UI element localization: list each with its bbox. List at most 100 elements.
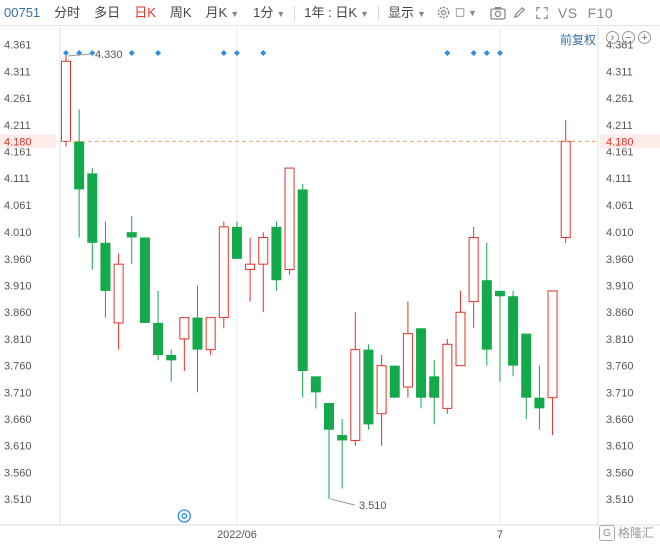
event-marker-icon <box>155 50 162 56</box>
candle-body-down <box>324 403 334 430</box>
tab-minute[interactable]: 1分 ▼ <box>246 0 292 26</box>
candle-body-up <box>547 290 558 399</box>
tab-intraday[interactable]: 分时 <box>47 0 87 26</box>
y-tick-label-right: 3.660 <box>606 414 634 426</box>
candle-body-down <box>271 226 282 281</box>
kline-chart-svg: 4.361 4.3614.311 4.3114.261 4.2614.211 4.211… <box>0 27 660 541</box>
candle-body-up <box>560 140 571 238</box>
event-marker-icon <box>220 50 227 56</box>
y-tick-label-right: 3.960 <box>606 254 634 266</box>
y-tick-label-right: 3.810 <box>606 334 634 346</box>
stock-code[interactable]: 00751 <box>0 0 47 26</box>
y-tick-label-left: 4.211 <box>4 120 31 132</box>
min-price-label: 3.510 <box>359 500 387 512</box>
y-tick-label-right: 3.910 <box>606 281 634 293</box>
y-tick-label-right: 3.560 <box>606 467 634 479</box>
candle-body-down <box>74 141 85 190</box>
toolbar-divider <box>377 5 379 20</box>
event-marker-icon <box>260 50 267 56</box>
candle-body-down <box>521 333 532 398</box>
tab-daily-k[interactable]: 日K <box>127 0 163 26</box>
candle-body-down <box>166 354 177 361</box>
candle-body-down <box>416 328 427 398</box>
pencil-icon <box>514 6 526 19</box>
toolbar: 00751 分时 多日 日K 周K 月K ▼ 1分 ▼ 1年 : 日K ▼ 显示 ▼ ▼ <box>0 0 660 26</box>
y-tick-label-right: 4.311 <box>606 66 633 78</box>
y-tick-label-right: 4.261 <box>606 93 634 105</box>
tab-minute-label: 1分 <box>253 4 274 20</box>
chevron-down-icon: ▼ <box>360 8 369 19</box>
candle-body-up <box>284 167 295 271</box>
toolbar-divider <box>294 5 296 20</box>
camera-icon <box>490 6 506 20</box>
checkbox-button[interactable]: ▼ <box>455 0 477 26</box>
tab-monthly-k-label: 月K <box>205 4 228 20</box>
y-tick-label-right: 3.610 <box>606 441 634 453</box>
candle-body-up <box>245 263 256 271</box>
candle-body-up <box>205 317 216 351</box>
chevron-down-icon: ▼ <box>276 8 286 19</box>
y-tick-label-right: 3.710 <box>606 387 634 399</box>
candle-body-up <box>61 60 71 142</box>
candle-body-up <box>468 236 479 303</box>
candle-body-down <box>310 376 321 393</box>
y-tick-label-right: 3.510 <box>606 494 634 506</box>
candle-body-up <box>350 349 361 441</box>
expand-icon <box>536 6 548 19</box>
y-tick-label-left: 3.810 <box>4 334 32 346</box>
vs-button[interactable]: VS <box>553 5 583 21</box>
candle-body-down <box>297 189 308 371</box>
candle-body-down <box>494 290 505 297</box>
locate-icon <box>177 509 192 523</box>
y-tick-label-right: 3.760 <box>606 361 634 373</box>
adjust-mode-button[interactable]: 前复权 <box>560 31 596 48</box>
candle-body-down <box>139 237 150 323</box>
y-tick-label-left: 4.061 <box>4 200 32 212</box>
gear-icon <box>437 6 450 19</box>
kline-chart[interactable]: 4.361 4.361 4.311 4.311 4.261 4.261 4.211 4.211… <box>0 27 660 547</box>
event-marker-icon <box>233 50 240 56</box>
y-tick-label-right: 4.061 <box>606 200 634 212</box>
candle-body-down <box>192 317 203 350</box>
candle-body-up <box>218 226 229 319</box>
range-select[interactable]: 1年 : 日K ▼ <box>297 0 376 26</box>
candle-body-up <box>442 343 453 409</box>
candle-body-up <box>179 317 190 340</box>
checkbox-icon <box>455 8 465 17</box>
max-price-label: 4.330 <box>95 49 123 61</box>
y-tick-label-left: 3.960 <box>4 254 32 266</box>
range-select-label: 1年 : 日K <box>304 4 358 20</box>
y-tick-label-left: 3.610 <box>4 441 32 453</box>
candle-body-up <box>258 236 269 265</box>
f10-button[interactable]: F10 <box>583 5 619 21</box>
draw-button[interactable] <box>509 0 531 26</box>
collapse-button[interactable]: › <box>606 31 619 44</box>
display-menu-label: 显示 <box>387 4 414 20</box>
minus-icon: − <box>625 32 632 44</box>
y-tick-label-left: 4.361 <box>4 40 32 52</box>
settings-button[interactable] <box>433 0 455 26</box>
tab-weekly-k[interactable]: 周K <box>163 0 199 26</box>
x-tick-label: 2022/06 <box>217 529 257 541</box>
event-marker-icon <box>128 50 135 56</box>
screenshot-button[interactable] <box>487 0 509 26</box>
current-price-tag-left: 4.180 <box>4 136 32 148</box>
chevron-down-icon: ▼ <box>230 8 240 19</box>
zoom-out-button[interactable]: − <box>622 31 635 44</box>
fullscreen-button[interactable] <box>531 0 553 26</box>
candle-body-up <box>402 333 413 388</box>
candle-body-down <box>87 173 98 243</box>
current-price-tag-right: 4.180 <box>606 136 634 148</box>
tab-monthly-k[interactable]: 月K ▼ <box>199 0 247 26</box>
y-tick-label-right: 4.211 <box>606 120 633 132</box>
candle-body-down <box>429 376 440 398</box>
event-marker-icon <box>63 50 69 56</box>
plus-icon: + <box>641 32 648 44</box>
y-tick-label-left: 4.010 <box>4 227 32 239</box>
tab-multiday[interactable]: 多日 <box>87 0 127 26</box>
zoom-in-button[interactable]: + <box>638 31 651 44</box>
candle-body-down <box>534 397 545 409</box>
candle-body-down <box>389 365 400 398</box>
display-menu[interactable]: 显示 ▼ <box>381 0 433 26</box>
logo-icon: G <box>598 524 615 541</box>
